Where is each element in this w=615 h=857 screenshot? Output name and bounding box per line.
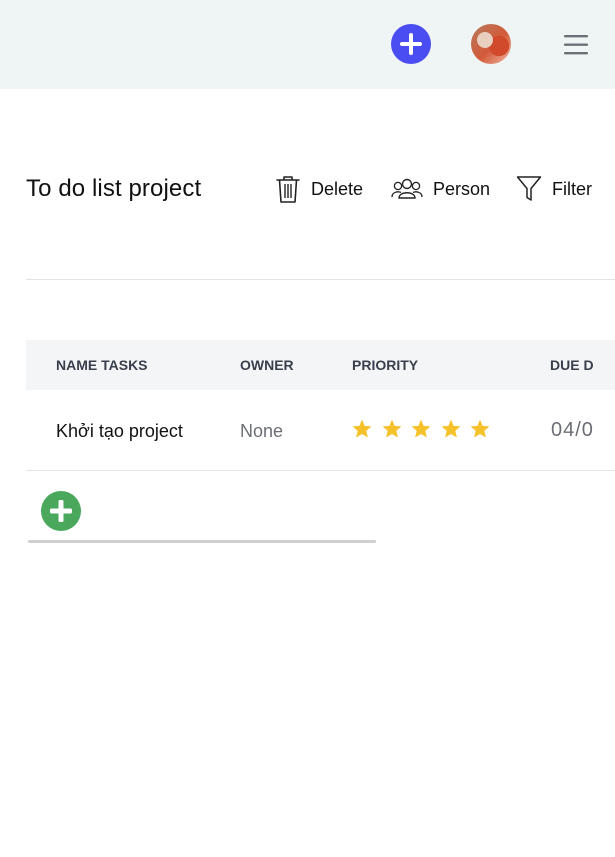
hamburger-menu-icon xyxy=(564,35,588,55)
divider xyxy=(26,279,615,280)
task-due-date[interactable]: 04/0 xyxy=(551,419,594,442)
filter-button[interactable]: Filter xyxy=(516,172,592,206)
person-button[interactable]: Person xyxy=(391,172,490,206)
table-header: NAME TASKS OWNER PRIORITY DUE D xyxy=(26,340,615,390)
delete-button[interactable]: Delete xyxy=(275,172,363,206)
star-icon[interactable] xyxy=(410,418,432,440)
table-row[interactable]: Khởi tạo project None 04/0 xyxy=(26,390,615,471)
filter-label: Filter xyxy=(552,178,592,199)
person-label: Person xyxy=(433,178,491,199)
priority-rating[interactable] xyxy=(351,418,499,440)
filter-icon xyxy=(516,176,542,201)
star-icon[interactable] xyxy=(469,418,491,440)
people-icon xyxy=(391,178,423,199)
plus-icon xyxy=(50,500,72,522)
column-header-due-date: DUE D xyxy=(550,357,594,373)
star-icon[interactable] xyxy=(440,418,462,440)
delete-label: Delete xyxy=(311,178,364,199)
menu-button[interactable] xyxy=(561,30,591,60)
star-icon[interactable] xyxy=(381,418,403,440)
task-name[interactable]: Khởi tạo project xyxy=(56,421,183,442)
user-avatar[interactable] xyxy=(471,24,511,64)
task-owner[interactable]: None xyxy=(240,421,283,442)
horizontal-scrollbar[interactable] xyxy=(28,540,376,543)
plus-icon xyxy=(400,33,422,55)
column-header-owner: OWNER xyxy=(240,357,294,373)
page-title: To do list project xyxy=(26,175,202,202)
top-bar xyxy=(0,0,615,89)
column-header-name: NAME TASKS xyxy=(56,357,148,373)
star-icon[interactable] xyxy=(351,418,373,440)
trash-icon xyxy=(276,176,300,203)
add-task-button[interactable] xyxy=(41,491,81,531)
add-project-button[interactable] xyxy=(391,24,431,64)
column-header-priority: PRIORITY xyxy=(352,357,419,373)
